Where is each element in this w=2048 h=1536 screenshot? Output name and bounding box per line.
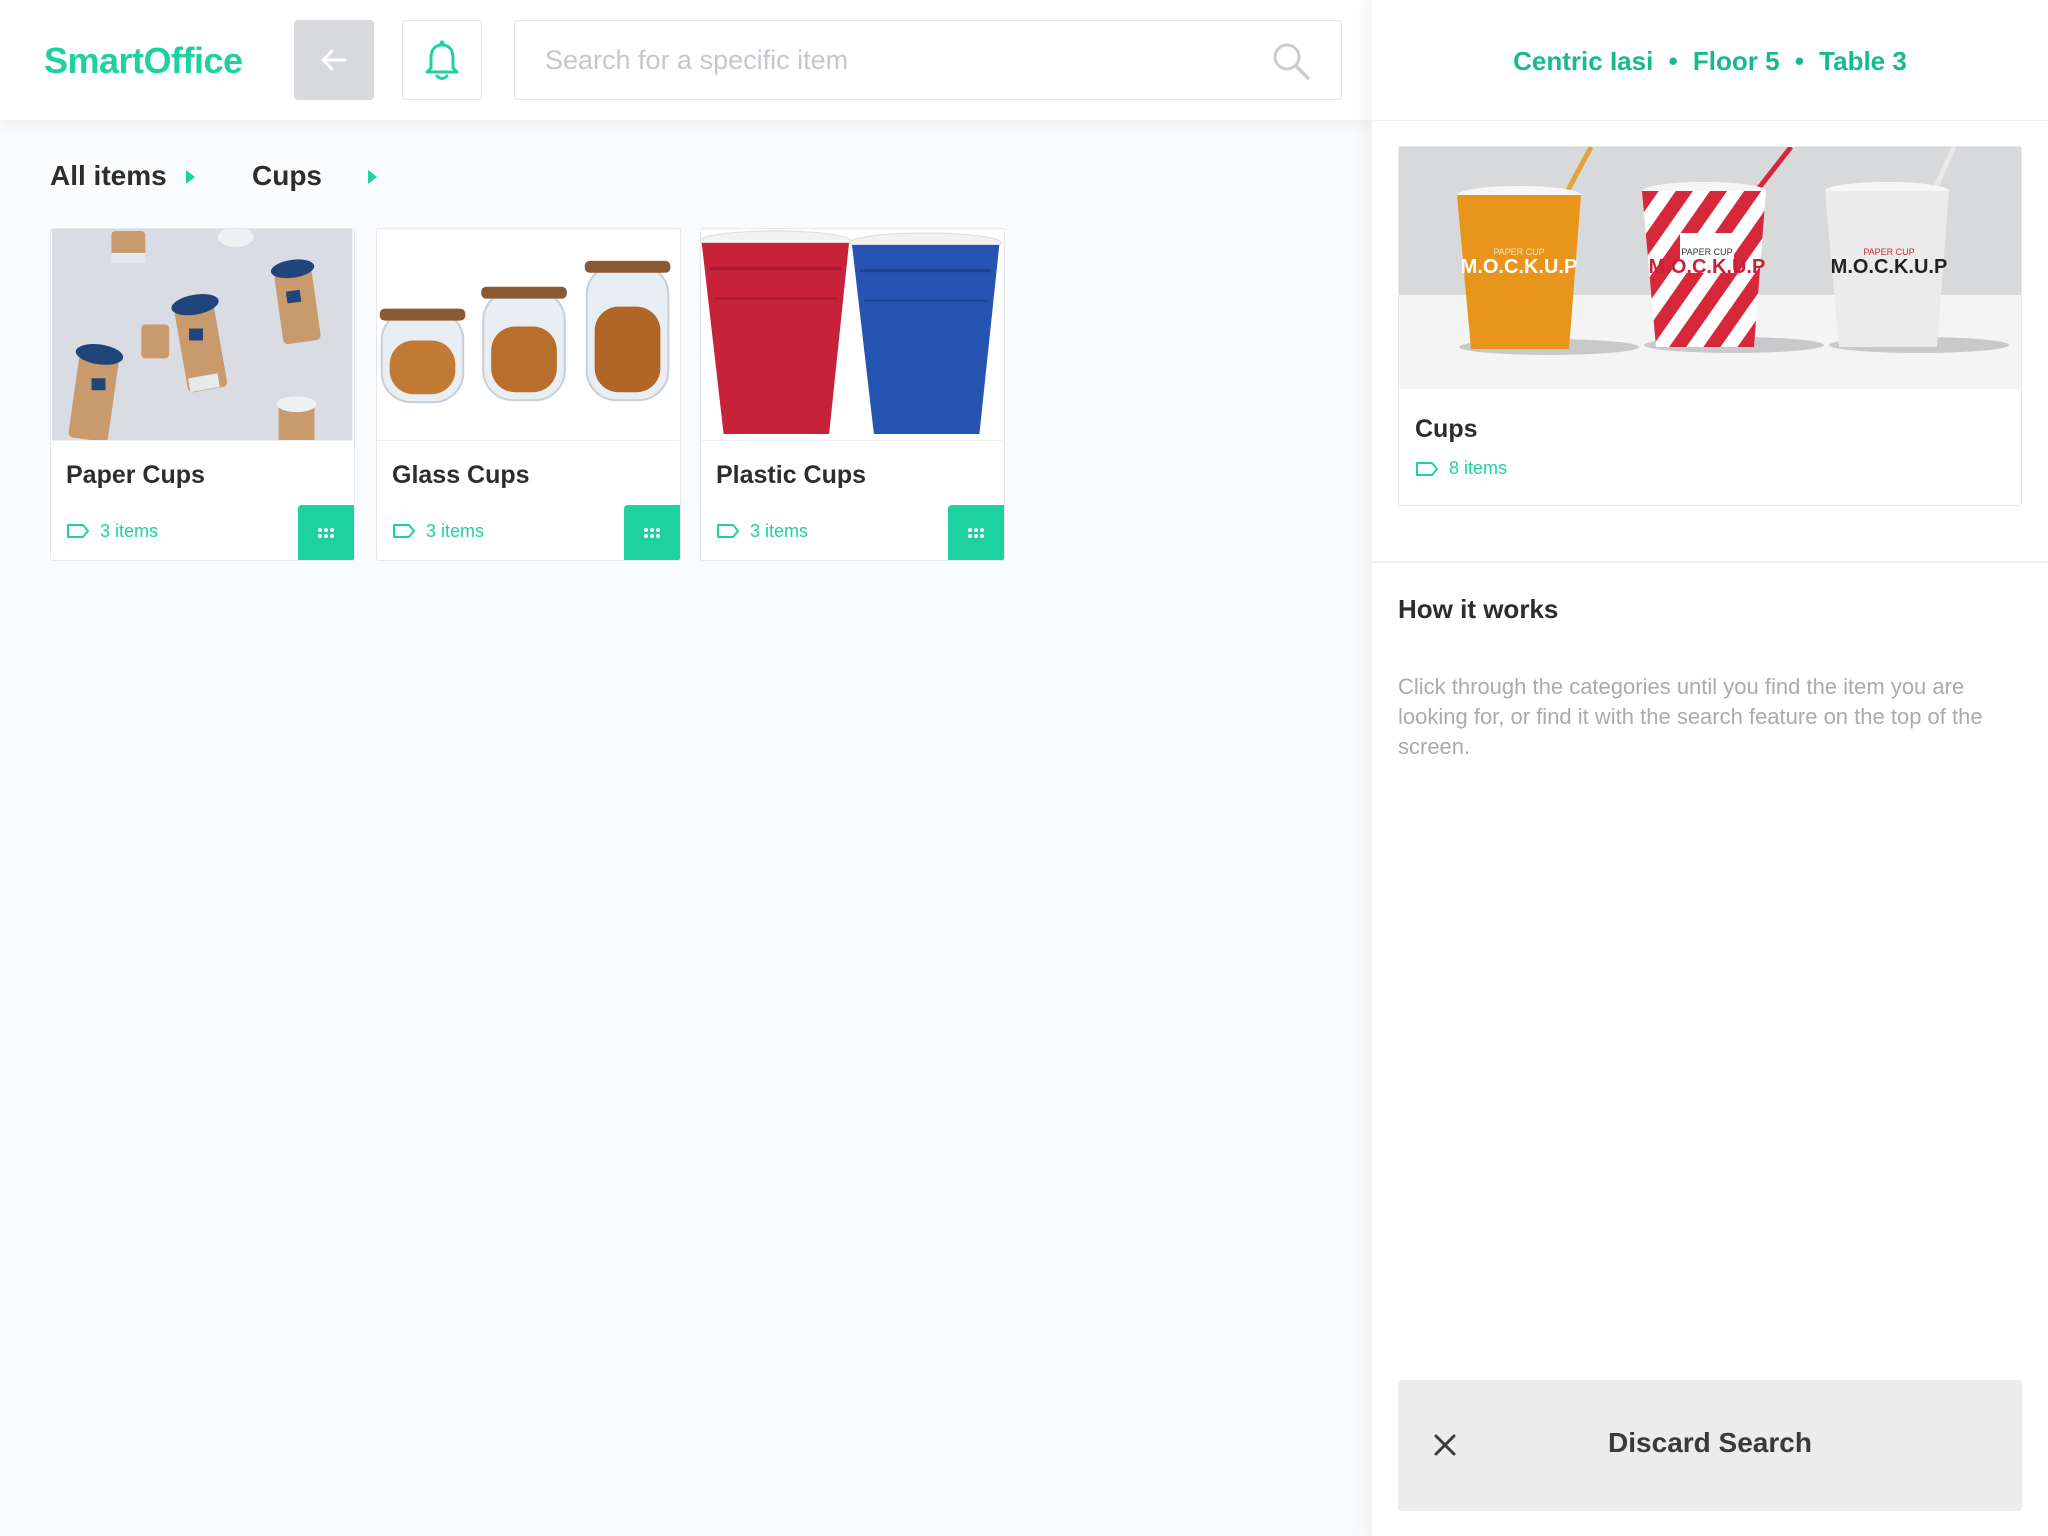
how-it-works-title: How it works <box>1398 594 1559 624</box>
tag-icon <box>717 524 739 538</box>
category-card-plastic-cups[interactable]: Plastic Cups 3 items <box>700 228 1005 561</box>
panel-divider <box>1372 561 2048 563</box>
category-card-glass-cups[interactable]: Glass Cups 3 items <box>376 228 681 561</box>
location-floor: Floor 5 <box>1692 46 1780 76</box>
grid-dots-icon <box>644 527 660 538</box>
grid-dots-icon <box>318 527 334 538</box>
panel-header-divider <box>1372 120 2048 121</box>
bell-icon <box>425 40 459 80</box>
how-it-works-text: Click through the categories until you f… <box>1398 674 1983 759</box>
mockup-label: M.O.C.K.U.P <box>1649 256 1766 278</box>
back-button[interactable] <box>294 20 374 100</box>
paper-cups-image <box>51 229 353 441</box>
arrow-left-icon <box>321 49 347 71</box>
mockup-label: M.O.C.K.U.P <box>1461 256 1578 278</box>
mockup-caption: PAPER CUP <box>1863 247 1914 257</box>
location-separator: • <box>1668 46 1678 76</box>
chevron-right-icon <box>368 170 377 184</box>
app: SmartOffice All items Cups <box>0 0 2048 1536</box>
card-title: Paper Cups <box>66 461 205 489</box>
notifications-button[interactable] <box>402 20 482 100</box>
breadcrumb-cups[interactable]: Cups <box>252 160 322 196</box>
card-menu-button[interactable] <box>298 505 354 560</box>
card-item-count: 3 items <box>66 520 158 542</box>
plastic-cups-image <box>701 229 1003 441</box>
card-item-count: 3 items <box>392 520 484 542</box>
card-count-label: 3 items <box>750 520 809 541</box>
discard-search-label: Discard Search <box>1608 1427 1812 1458</box>
discard-search-button[interactable]: Discard Search <box>1398 1380 2022 1511</box>
card-title: Glass Cups <box>392 461 530 489</box>
location-breadcrumb: Centric Iasi • Floor 5 • Table 3 <box>1372 46 2048 77</box>
top-bar: SmartOffice <box>0 0 1372 120</box>
mockup-caption: PAPER CUP <box>1493 247 1544 257</box>
selected-category-count: 8 items <box>1415 458 1507 479</box>
search-input[interactable] <box>545 21 1245 99</box>
card-menu-button[interactable] <box>948 505 1004 560</box>
details-panel: Centric Iasi • Floor 5 • Table 3 M.O.C.K… <box>1372 0 2048 1536</box>
cups-mockup-image: M.O.C.K.U.P PAPER CUP M.O.C.K.U.P PAPER … <box>1399 147 2021 389</box>
category-card-paper-cups[interactable]: Paper Cups 3 items <box>50 228 355 561</box>
selected-category-card[interactable]: M.O.C.K.U.P PAPER CUP M.O.C.K.U.P PAPER … <box>1398 146 2022 506</box>
glass-cups-image <box>377 229 679 441</box>
grid-dots-icon <box>968 527 984 538</box>
card-title: Plastic Cups <box>716 461 867 489</box>
card-count-label: 3 items <box>426 520 485 541</box>
card-menu-button[interactable] <box>624 505 680 560</box>
location-table: Table 3 <box>1819 46 1907 76</box>
search-bar <box>514 20 1342 100</box>
card-item-count: 3 items <box>716 520 808 542</box>
breadcrumb-all-items[interactable]: All items <box>50 160 167 196</box>
search-icon[interactable] <box>1271 41 1311 81</box>
brand-logo[interactable]: SmartOffice <box>44 40 243 82</box>
location-place: Centric Iasi <box>1513 46 1654 76</box>
tag-icon <box>1416 461 1438 476</box>
mockup-label: M.O.C.K.U.P <box>1831 256 1948 278</box>
selected-category-count-label: 8 items <box>1449 458 1508 478</box>
tag-icon <box>393 524 415 538</box>
selected-category-title: Cups <box>1415 415 1478 443</box>
tag-icon <box>67 524 89 538</box>
chevron-right-icon <box>186 170 195 184</box>
location-separator: • <box>1794 46 1804 76</box>
mockup-caption: PAPER CUP <box>1681 247 1732 257</box>
card-count-label: 3 items <box>100 520 159 541</box>
